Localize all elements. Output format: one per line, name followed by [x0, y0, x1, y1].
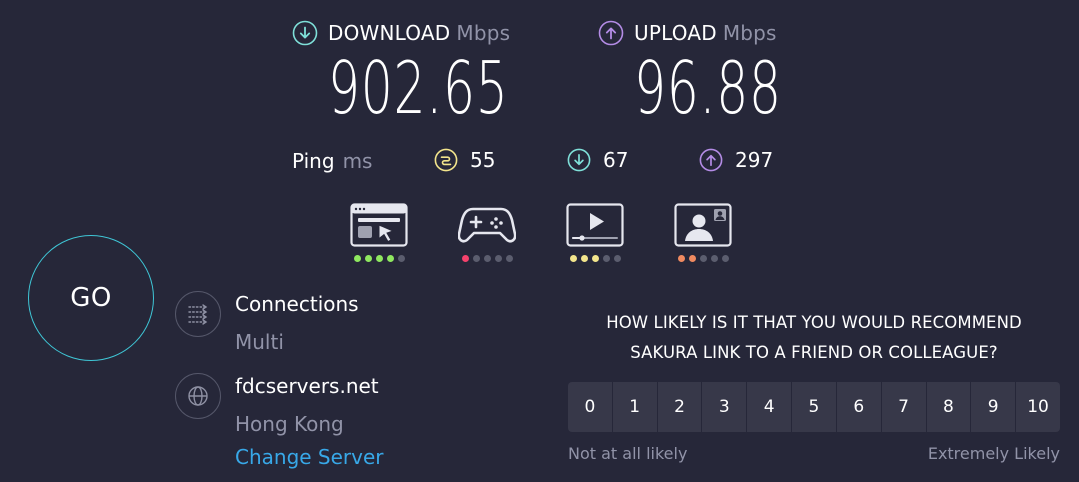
download-label: DOWNLOAD: [328, 21, 451, 45]
nps-option-8[interactable]: 8: [926, 382, 971, 432]
connections-value: Multi: [235, 330, 284, 354]
activity-web-browsing: [349, 203, 409, 262]
rating-dot: [580, 255, 588, 262]
nps-option-1[interactable]: 1: [612, 382, 657, 432]
rating-dot: [353, 255, 361, 262]
rating-dot: [483, 255, 491, 262]
rating-dot: [602, 255, 610, 262]
nps-option-10[interactable]: 10: [1016, 382, 1060, 432]
server-name: fdcservers.net: [235, 374, 379, 398]
gamepad-icon: [458, 203, 516, 247]
arrow-down-circle-icon: [567, 148, 591, 172]
rating-dot: [721, 255, 729, 262]
ping-idle: 55: [434, 148, 495, 172]
nps-question-line-2: SAKURA LINK TO A FRIEND OR COLLEAGUE?: [630, 343, 998, 362]
nps-option-9[interactable]: 9: [971, 382, 1016, 432]
rating-dot: [591, 255, 599, 262]
nps-low-label: Not at all likely: [568, 444, 688, 463]
rating-dot: [461, 255, 469, 262]
ping-idle-value: 55: [470, 148, 496, 172]
activity-streaming: [565, 203, 625, 262]
server-location: Hong Kong: [235, 412, 344, 436]
streaming-rating: [569, 255, 621, 262]
nps-scale: 0 1 2 3 4 5 6 7 8 9 10: [568, 382, 1060, 432]
rating-dot: [386, 255, 394, 262]
upload-unit: Mbps: [722, 21, 777, 45]
rating-dot: [569, 255, 577, 262]
globe-icon-wrap: [175, 373, 221, 419]
rating-dot: [677, 255, 685, 262]
upload-speed-value: 96.88: [634, 46, 782, 130]
nps-option-0[interactable]: 0: [568, 382, 612, 432]
rating-dot: [397, 255, 405, 262]
upload-label-row: UPLOAD Mbps: [598, 20, 777, 46]
rating-dot: [472, 255, 480, 262]
ping-upload-value: 297: [735, 148, 774, 172]
ping-label: Ping: [292, 149, 335, 173]
globe-icon: [187, 385, 209, 407]
ping-upload: 297: [699, 148, 773, 172]
ping-download: 67: [567, 148, 628, 172]
video-chat-icon: [674, 203, 732, 247]
browser-icon: [350, 203, 408, 247]
activity-gaming: [457, 203, 517, 262]
connections-icon: [187, 303, 209, 325]
connections-icon-wrap: [175, 291, 221, 337]
nps-question: HOW LIKELY IS IT THAT YOU WOULD RECOMMEN…: [568, 308, 1060, 368]
arrow-up-circle-icon: [699, 148, 723, 172]
rating-dot: [505, 255, 513, 262]
activity-video-chat: [673, 203, 733, 262]
arrow-down-circle-icon: [292, 20, 318, 46]
connections-title: Connections: [235, 292, 359, 316]
gaming-rating: [461, 255, 513, 262]
go-button[interactable]: GO: [28, 235, 154, 361]
web-browsing-rating: [353, 255, 405, 262]
ping-label-row: Ping ms: [292, 149, 372, 173]
ping-download-value: 67: [603, 148, 629, 172]
ping-unit: ms: [342, 149, 373, 173]
rating-dot: [494, 255, 502, 262]
nps-option-6[interactable]: 6: [836, 382, 881, 432]
nps-high-label: Extremely Likely: [927, 444, 1060, 463]
upload-label: UPLOAD: [634, 21, 717, 45]
nps-option-5[interactable]: 5: [792, 382, 836, 432]
jitter-icon: [434, 148, 458, 172]
rating-dot: [375, 255, 383, 262]
nps-option-3[interactable]: 3: [702, 382, 747, 432]
nps-option-2[interactable]: 2: [657, 382, 702, 432]
nps-question-line-1: HOW LIKELY IS IT THAT YOU WOULD RECOMMEN…: [606, 313, 1022, 332]
rating-dot: [710, 255, 718, 262]
download-speed-value: 902.65: [328, 46, 509, 130]
download-label-row: DOWNLOAD Mbps: [292, 20, 510, 46]
video-play-icon: [566, 203, 624, 247]
rating-dot: [688, 255, 696, 262]
download-unit: Mbps: [456, 21, 511, 45]
rating-dot: [699, 255, 707, 262]
rating-dot: [364, 255, 372, 262]
change-server-link[interactable]: Change Server: [235, 445, 384, 469]
video-chat-rating: [677, 255, 729, 262]
nps-option-4[interactable]: 4: [747, 382, 792, 432]
arrow-up-circle-icon: [598, 20, 624, 46]
nps-option-7[interactable]: 7: [881, 382, 926, 432]
rating-dot: [613, 255, 621, 262]
